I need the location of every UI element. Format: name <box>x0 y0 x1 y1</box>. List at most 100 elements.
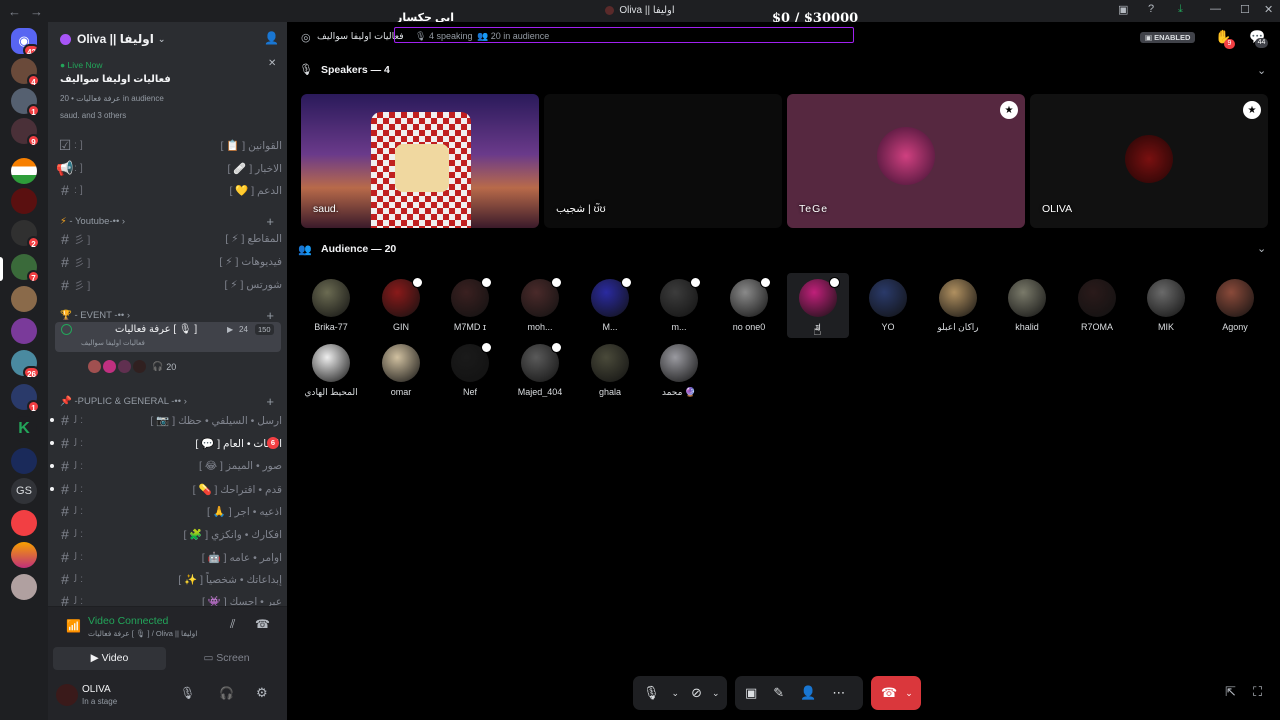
server-icon-11[interactable]: 1 <box>11 384 40 413</box>
audience-member[interactable]: moh... <box>509 273 571 335</box>
add-channel-icon[interactable]: + <box>266 394 274 409</box>
stream-icon[interactable]: ▣ <box>1118 3 1128 16</box>
channel-public-3[interactable]: # ﻟ : صور • الميمز [ 😂 ] <box>50 456 282 476</box>
channel-news[interactable]: 📢: ] الاخبار [ 🩹 ] <box>56 158 282 178</box>
enabled-badge[interactable]: ▣ ENABLED <box>1140 32 1196 43</box>
voice-location[interactable]: عرفة فعاليات [ 🎙 ] / Oliva || اوليفا <box>88 629 197 638</box>
server-icon-3[interactable]: 9 <box>11 118 40 147</box>
collapse-chevron-icon[interactable]: ⌄ <box>1257 64 1266 77</box>
category-event[interactable]: 🏆 - EVENT -•• › + <box>60 308 284 323</box>
dm-home-icon[interactable]: ◉ 42 <box>11 28 37 54</box>
pop-out-icon[interactable]: ⇱ <box>1225 684 1236 700</box>
audience-member[interactable]: GIN <box>370 273 432 335</box>
audience-member[interactable]: راكان اعبلو <box>927 273 989 335</box>
more-options-icon[interactable]: ⋯ <box>832 685 845 701</box>
disconnect-icon[interactable]: ☎ <box>255 617 270 631</box>
channel-public-1[interactable]: # ﻟ : ارسل • السيلفي • حظك [ 📷 ] <box>50 410 282 430</box>
audience-member[interactable]: omar <box>370 338 432 400</box>
microphone-icon[interactable]: 🎙 <box>180 686 195 700</box>
user-panel: OLIVA In a stage 🎙 🎧 ⚙ <box>48 678 287 720</box>
leave-stage-button[interactable]: ☎ ⌄ <box>871 676 921 710</box>
activity-off-icon[interactable]: ✎ <box>773 685 784 701</box>
channel-rules[interactable]: ☑: ] القوانين [ 📋 ] <box>56 135 282 155</box>
server-icon-gs[interactable]: GS <box>11 478 37 504</box>
audience-member[interactable]: M7MD ɪ <box>439 273 501 335</box>
server-icon-14[interactable] <box>11 542 37 568</box>
screen-button[interactable]: ▭ Screen <box>170 647 283 670</box>
server-icon-10[interactable]: 26 <box>11 350 40 379</box>
live-now-card[interactable]: ● Live Now ✕ فعاليات اوليفا سواليف عرفة … <box>48 56 287 144</box>
help-icon[interactable]: ? <box>1148 3 1154 15</box>
server-icon-7[interactable]: 7 <box>11 254 40 283</box>
channel-public-4[interactable]: # ﻟ : قدم • اقتراحك [ 💊 ] <box>50 479 282 499</box>
server-icon-9[interactable] <box>11 318 37 344</box>
channel-public-8[interactable]: # ﻟ : إبداعاتك • شخصياً [ ✨ ] <box>56 569 282 589</box>
chevron-down-icon: ⌄ <box>157 33 166 44</box>
audience-member[interactable]: Brika-77 <box>300 273 362 335</box>
audience-member[interactable]: khalid <box>996 273 1058 335</box>
server-icon-4[interactable] <box>11 158 37 184</box>
headphones-icon[interactable]: 🎧 <box>219 686 234 700</box>
minimize-button[interactable]: — <box>1210 3 1221 15</box>
add-channel-icon[interactable]: + <box>266 214 274 229</box>
chevron-down-icon[interactable]: ⌄ <box>672 688 680 699</box>
server-icon-k[interactable]: K <box>11 416 37 442</box>
speaker-tile-saud[interactable]: saud. <box>301 94 539 228</box>
fullscreen-icon[interactable]: ⛶ <box>1253 684 1262 700</box>
audience-member[interactable]: YO <box>857 273 919 335</box>
speaker-tile-oliva[interactable]: ★ OLIVA <box>1030 94 1268 228</box>
audience-member[interactable]: ghala <box>579 338 641 400</box>
avatar[interactable] <box>56 684 78 706</box>
screen-share-icon[interactable]: ▣ <box>745 685 757 701</box>
camera-off-icon[interactable]: ⊘ <box>691 685 702 701</box>
channel-clips[interactable]: # 彡 ] المقاطع [ ⚡ ] <box>56 229 282 249</box>
channel-public-6[interactable]: # ﻟ : افكارك • وانكزي [ 🧩 ] <box>56 524 282 544</box>
channel-videos[interactable]: # 彡 ] فيديوهات [ ⚡ ] <box>56 252 282 272</box>
server-icon-1[interactable]: 4 <box>11 58 40 87</box>
speaker-tile-tege[interactable]: ★ TeGe <box>787 94 1025 228</box>
audience-member[interactable]: Majed_404 <box>509 338 571 400</box>
audience-member[interactable]: MIK <box>1135 273 1197 335</box>
download-icon[interactable]: ⤓ <box>1178 3 1183 16</box>
video-button[interactable]: ▶ Video <box>53 647 166 670</box>
channel-support[interactable]: #: ] الدعم [ 💛 ] <box>56 180 282 200</box>
audience-member[interactable]: M... <box>579 273 641 335</box>
server-icon-5[interactable] <box>11 188 37 214</box>
channel-shorts[interactable]: # 彡 ] شورتس [ ⚡ ] <box>56 275 282 295</box>
noise-suppression-icon[interactable]: ⫽ <box>230 617 235 632</box>
category-public[interactable]: 📌 -PUPLIC & GENERAL -•• › + <box>60 394 284 409</box>
audience-member[interactable]: Nef <box>439 338 501 400</box>
chevron-down-icon[interactable]: ⌄ <box>712 688 720 699</box>
server-icon-13[interactable] <box>11 510 37 536</box>
audience-member[interactable]: Agony <box>1204 273 1266 335</box>
invite-speaker-icon[interactable]: 👤 <box>800 685 816 701</box>
stage-topic-box: 🎙 4 speaking 👥 20 in audience <box>394 27 854 43</box>
speaker-tile-2[interactable]: شجيب | ʊ̃ʊ <box>544 94 782 228</box>
audience-member[interactable]: m... <box>648 273 710 335</box>
channel-public-2[interactable]: # ﻟ : الشات • العام [ 💬 ] 6 <box>50 433 282 453</box>
guild-header[interactable]: Oliva || اوليفا ⌄ 👤 <box>48 22 287 56</box>
audience-member[interactable]: R7OMA <box>1066 273 1128 335</box>
collapse-chevron-icon[interactable]: ⌄ <box>1257 242 1266 255</box>
settings-gear-icon[interactable]: ⚙ <box>256 685 268 701</box>
audience-member[interactable]: no one0 <box>718 273 780 335</box>
audience-member[interactable]: المحيط الهادي <box>300 338 362 400</box>
server-icon-2[interactable]: 1 <box>11 88 40 117</box>
invite-icon[interactable]: 👤 <box>264 31 279 45</box>
maximize-button[interactable]: ☐ <box>1240 3 1250 16</box>
server-icon-15[interactable] <box>11 574 37 600</box>
close-icon[interactable]: ✕ <box>268 58 276 69</box>
server-icon-8[interactable] <box>11 286 37 312</box>
close-button[interactable]: ✕ <box>1264 3 1273 16</box>
stage-channel-active[interactable]: عرفة فعاليات [ 🎙 ] فعاليات اوليفا سواليف… <box>55 322 281 352</box>
category-youtube[interactable]: ⚡ - Youtube-•• › + <box>60 214 284 229</box>
channel-public-5[interactable]: # ﻟ : اذعيه • اجر [ 🙏 ] <box>56 501 282 521</box>
channel-public-7[interactable]: # ﻟ : اوامر • عامه [ 🤖 ] <box>56 547 282 567</box>
server-icon-12[interactable] <box>11 448 37 474</box>
add-channel-icon[interactable]: + <box>266 308 274 323</box>
live-tag: ● Live Now <box>60 60 103 70</box>
audience-member[interactable]: محمد 🔮 <box>648 338 710 400</box>
hash-icon: # <box>61 549 69 565</box>
microphone-icon[interactable]: 🎙 <box>643 685 660 701</box>
server-icon-6[interactable]: 2 <box>11 220 40 249</box>
